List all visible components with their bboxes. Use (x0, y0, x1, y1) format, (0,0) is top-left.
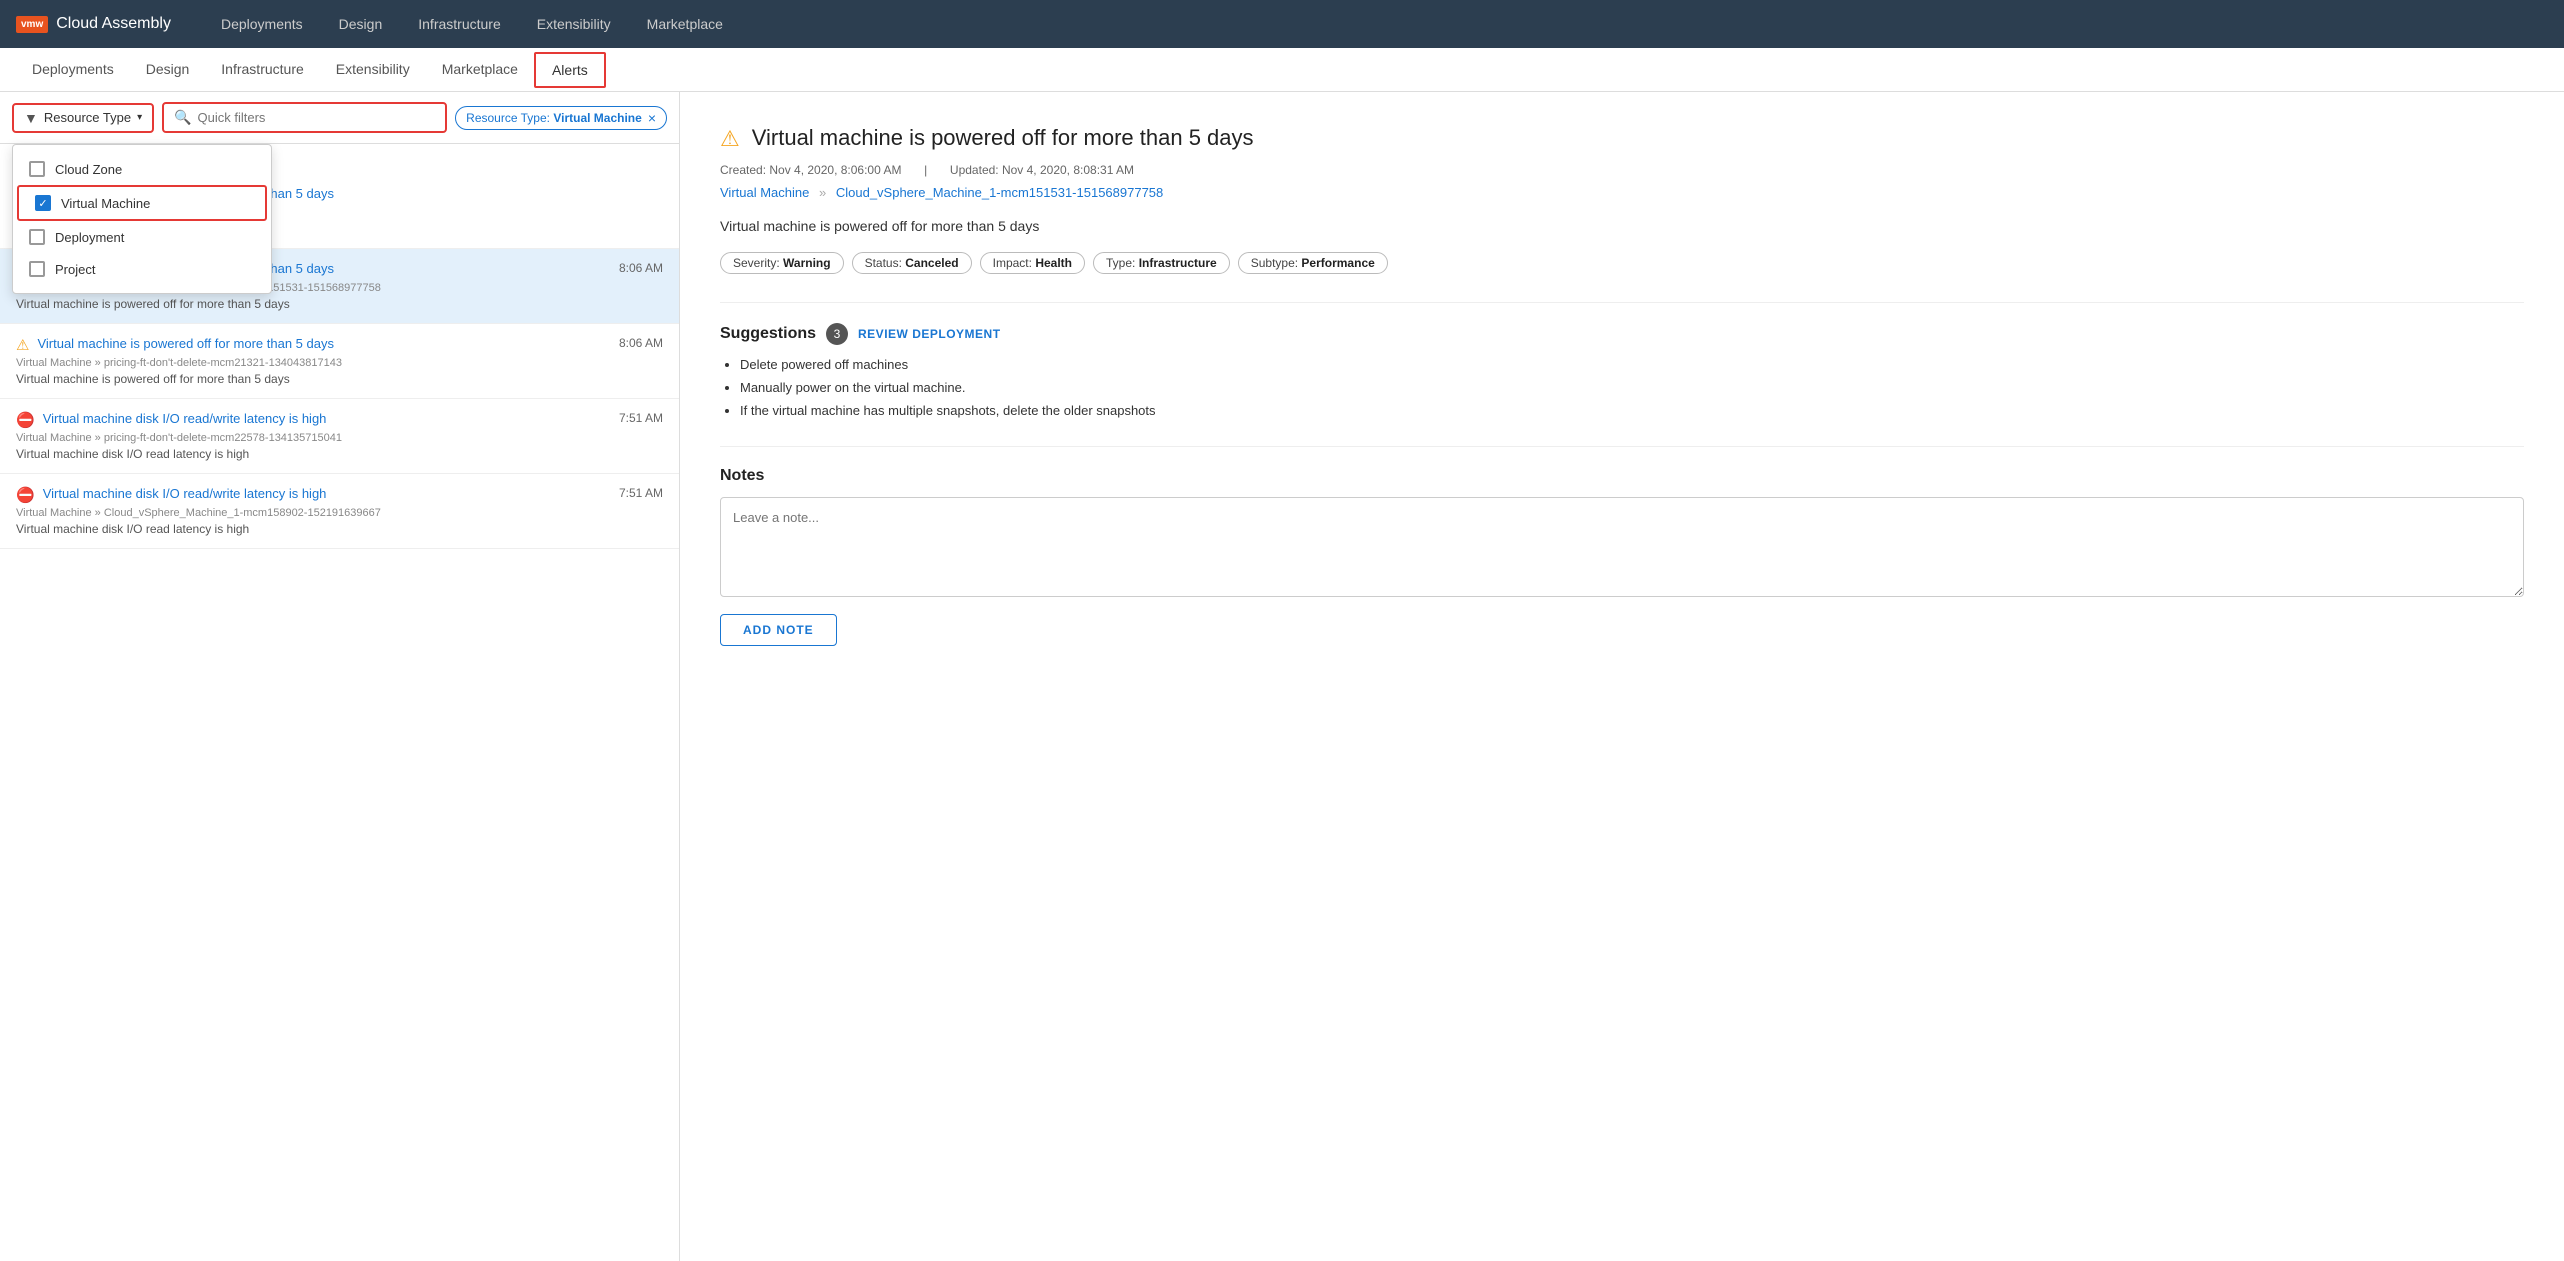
alert-title-4: Virtual machine disk I/O read/write late… (43, 411, 327, 426)
checkbox-cloud-zone[interactable] (29, 161, 45, 177)
dropdown-label-cloud-zone: Cloud Zone (55, 162, 122, 177)
main-content: ▼ Resource Type ▾ 🔍 Resource Type: Virtu… (0, 92, 2564, 1261)
tag-impact: Impact: Health (980, 252, 1085, 274)
alert-time-3: 8:06 AM (619, 336, 663, 350)
search-icon: 🔍 (174, 109, 191, 126)
alert-title-5: Virtual machine disk I/O read/write late… (43, 486, 327, 501)
tag-subtype: Subtype: Performance (1238, 252, 1388, 274)
alert-desc-5: Virtual machine disk I/O read latency is… (16, 522, 663, 536)
suggestion-item-1: Delete powered off machines (740, 357, 2524, 372)
dropdown-item-project[interactable]: Project (13, 253, 271, 285)
tag-type: Type: Infrastructure (1093, 252, 1230, 274)
alert-meta-5: Virtual Machine » Cloud_vSphere_Machine_… (16, 507, 663, 519)
alert-desc-3: Virtual machine is powered off for more … (16, 372, 663, 386)
review-deployment-link[interactable]: REVIEW DEPLOYMENT (858, 327, 1001, 341)
checkbox-deployment[interactable] (29, 229, 45, 245)
suggestion-item-3: If the virtual machine has multiple snap… (740, 403, 2524, 418)
detail-breadcrumb: Virtual Machine » Cloud_vSphere_Machine_… (720, 185, 2524, 200)
alert-item-5[interactable]: ⛔ Virtual machine disk I/O read/write la… (0, 474, 679, 549)
detail-title-row: ⚠ Virtual machine is powered off for mor… (720, 124, 2524, 153)
nav-tab-second-deployments[interactable]: Deployments (16, 49, 130, 92)
checkbox-project[interactable] (29, 261, 45, 277)
app-logo: vmw Cloud Assembly (16, 15, 171, 33)
alert-desc-2: Virtual machine is powered off for more … (16, 297, 663, 311)
error-icon-5: ⛔ (16, 486, 35, 504)
checkbox-virtual-machine[interactable]: ✓ (35, 195, 51, 211)
nav-tab-deployments[interactable]: Deployments (203, 0, 321, 48)
filter-bar: ▼ Resource Type ▾ 🔍 Resource Type: Virtu… (0, 92, 679, 144)
warning-icon-3: ⚠ (16, 336, 29, 354)
divider-1 (720, 302, 2524, 303)
tag-status: Status: Canceled (852, 252, 972, 274)
top-nav: vmw Cloud Assembly Deployments Design In… (0, 0, 2564, 48)
right-panel: ⚠ Virtual machine is powered off for mor… (680, 92, 2564, 1261)
dropdown-label-project: Project (55, 262, 95, 277)
notes-title: Notes (720, 467, 2524, 485)
divider-2 (720, 446, 2524, 447)
filter-icon: ▼ (24, 110, 38, 126)
suggestions-header: Suggestions 3 REVIEW DEPLOYMENT (720, 323, 2524, 345)
tag-severity: Severity: Warning (720, 252, 844, 274)
error-icon-4: ⛔ (16, 411, 35, 429)
nav-tab-extensibility[interactable]: Extensibility (519, 0, 629, 48)
suggestions-count-badge: 3 (826, 323, 848, 345)
top-nav-tabs: Deployments Design Infrastructure Extens… (203, 0, 741, 48)
logo-box: vmw (16, 16, 48, 33)
nav-tab-second-alerts[interactable]: Alerts (534, 52, 606, 88)
chip-close-icon[interactable]: × (648, 110, 656, 126)
resource-type-label: Resource Type (44, 110, 131, 125)
suggestion-item-2: Manually power on the virtual machine. (740, 380, 2524, 395)
chip-label: Resource Type: Virtual Machine (466, 111, 642, 125)
suggestion-list: Delete powered off machines Manually pow… (720, 357, 2524, 418)
dropdown-label-virtual-machine: Virtual Machine (61, 196, 150, 211)
quick-filters-input[interactable] (198, 110, 436, 125)
filter-dropdown: Cloud Zone ✓ Virtual Machine Deployment … (12, 144, 272, 294)
tags-row: Severity: Warning Status: Canceled Impac… (720, 252, 2524, 274)
alert-item-4[interactable]: ⛔ Virtual machine disk I/O read/write la… (0, 399, 679, 474)
resource-type-filter[interactable]: ▼ Resource Type ▾ (12, 103, 154, 133)
nav-tab-second-marketplace[interactable]: Marketplace (426, 49, 534, 92)
detail-created: Created: Nov 4, 2020, 8:06:00 AM (720, 163, 901, 177)
alert-meta-3: Virtual Machine » pricing-ft-don't-delet… (16, 357, 663, 369)
suggestions-title: Suggestions (720, 325, 816, 343)
breadcrumb-resource-link[interactable]: Cloud_vSphere_Machine_1-mcm151531-151568… (836, 185, 1163, 200)
detail-summary: Virtual machine is powered off for more … (720, 218, 2524, 234)
dropdown-label-deployment: Deployment (55, 230, 124, 245)
nav-tab-second-infrastructure[interactable]: Infrastructure (205, 49, 319, 92)
second-nav: Deployments Design Infrastructure Extens… (0, 48, 2564, 92)
add-note-button[interactable]: ADD NOTE (720, 614, 837, 646)
detail-title: Virtual machine is powered off for more … (752, 124, 1254, 153)
breadcrumb-type-link[interactable]: Virtual Machine (720, 185, 809, 200)
nav-tab-second-design[interactable]: Design (130, 49, 206, 92)
alert-list: Older ⚠ Virtual machine is powered off f… (0, 144, 679, 1261)
dropdown-item-virtual-machine[interactable]: ✓ Virtual Machine (17, 185, 267, 221)
alert-item-3[interactable]: ⚠ Virtual machine is powered off for mor… (0, 324, 679, 399)
quick-filters-container[interactable]: 🔍 (162, 102, 447, 133)
notes-section: Notes ADD NOTE (720, 467, 2524, 646)
breadcrumb-sep: » (819, 185, 826, 200)
detail-meta: Created: Nov 4, 2020, 8:06:00 AM | Updat… (720, 163, 2524, 177)
active-filter-chip[interactable]: Resource Type: Virtual Machine × (455, 106, 667, 130)
alert-time-5: 7:51 AM (619, 486, 663, 500)
detail-updated: Updated: Nov 4, 2020, 8:08:31 AM (950, 163, 1134, 177)
left-panel: ▼ Resource Type ▾ 🔍 Resource Type: Virtu… (0, 92, 680, 1261)
nav-tab-marketplace[interactable]: Marketplace (629, 0, 741, 48)
dropdown-item-deployment[interactable]: Deployment (13, 221, 271, 253)
notes-textarea[interactable] (720, 497, 2524, 597)
nav-tab-second-extensibility[interactable]: Extensibility (320, 49, 426, 92)
alert-desc-4: Virtual machine disk I/O read latency is… (16, 447, 663, 461)
resource-type-chevron: ▾ (137, 112, 142, 123)
dropdown-item-cloud-zone[interactable]: Cloud Zone (13, 153, 271, 185)
alert-time-2: 8:06 AM (619, 261, 663, 275)
detail-warning-icon: ⚠ (720, 126, 740, 152)
meta-separator: | (921, 163, 934, 177)
app-name: Cloud Assembly (56, 15, 171, 33)
alert-meta-4: Virtual Machine » pricing-ft-don't-delet… (16, 432, 663, 444)
nav-tab-design[interactable]: Design (321, 0, 401, 48)
alert-time-4: 7:51 AM (619, 411, 663, 425)
nav-tab-infrastructure[interactable]: Infrastructure (400, 0, 518, 48)
alert-title-3: Virtual machine is powered off for more … (37, 336, 334, 351)
